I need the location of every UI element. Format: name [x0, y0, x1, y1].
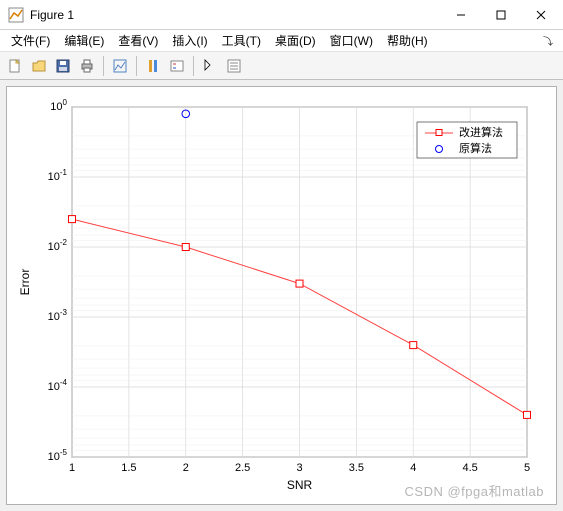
menu-desktop[interactable]: 桌面(D)	[268, 30, 323, 51]
svg-text:1: 1	[69, 462, 75, 474]
menu-file[interactable]: 文件(F)	[4, 30, 57, 51]
toolbar-separator	[193, 56, 194, 76]
menu-insert[interactable]: 插入(I)	[165, 30, 214, 51]
open-icon[interactable]	[28, 55, 50, 77]
figure-canvas: 改进算法 原算法 10-5 10-4 10-3 10-2 10-1 100 1	[0, 80, 563, 511]
link-plot-icon[interactable]	[109, 55, 131, 77]
y-axis-label: Error	[18, 269, 32, 296]
svg-text:3.5: 3.5	[349, 462, 364, 474]
svg-text:100: 100	[50, 98, 67, 113]
legend-label-1: 改进算法	[459, 125, 503, 139]
edit-plot-icon[interactable]	[199, 55, 221, 77]
toolbar-separator	[136, 56, 137, 76]
insert-colorbar-icon[interactable]	[142, 55, 164, 77]
svg-text:2.5: 2.5	[235, 462, 250, 474]
menu-window[interactable]: 窗口(W)	[323, 30, 380, 51]
toolbar-separator	[103, 56, 104, 76]
svg-text:10-1: 10-1	[48, 168, 68, 183]
titlebar: Figure 1	[0, 0, 563, 30]
insert-legend-icon[interactable]	[166, 55, 188, 77]
figure-icon	[8, 7, 24, 23]
svg-text:10-4: 10-4	[48, 378, 68, 393]
menu-overflow-icon[interactable]: ⤵	[537, 33, 559, 48]
plot-svg: 改进算法 原算法 10-5 10-4 10-3 10-2 10-1 100 1	[7, 87, 556, 504]
legend-label-2: 原算法	[459, 141, 492, 155]
axes-background: 改进算法 原算法 10-5 10-4 10-3 10-2 10-1 100 1	[6, 86, 557, 505]
close-button[interactable]	[521, 0, 561, 30]
menu-tools[interactable]: 工具(T)	[215, 30, 268, 51]
svg-text:10-5: 10-5	[48, 448, 68, 463]
print-icon[interactable]	[76, 55, 98, 77]
menu-view[interactable]: 查看(V)	[111, 30, 165, 51]
svg-text:3: 3	[296, 462, 302, 474]
watermark-text: CSDN @fpga和matlab	[405, 481, 544, 500]
svg-text:4.5: 4.5	[462, 462, 477, 474]
open-property-inspector-icon[interactable]	[223, 55, 245, 77]
x-axis-label: SNR	[287, 478, 313, 492]
svg-text:10-2: 10-2	[48, 238, 68, 253]
svg-text:1.5: 1.5	[121, 462, 136, 474]
svg-text:4: 4	[410, 462, 416, 474]
minimize-button[interactable]	[441, 0, 481, 30]
legend[interactable]: 改进算法 原算法	[417, 122, 517, 158]
menubar: 文件(F) 编辑(E) 查看(V) 插入(I) 工具(T) 桌面(D) 窗口(W…	[0, 30, 563, 52]
svg-text:2: 2	[183, 462, 189, 474]
toolbar	[0, 52, 563, 80]
menu-help[interactable]: 帮助(H)	[380, 30, 435, 51]
maximize-button[interactable]	[481, 0, 521, 30]
svg-text:5: 5	[524, 462, 530, 474]
save-icon[interactable]	[52, 55, 74, 77]
window-title: Figure 1	[30, 8, 441, 22]
svg-text:10-3: 10-3	[48, 308, 68, 323]
new-figure-icon[interactable]	[4, 55, 26, 77]
menu-edit[interactable]: 编辑(E)	[57, 30, 111, 51]
